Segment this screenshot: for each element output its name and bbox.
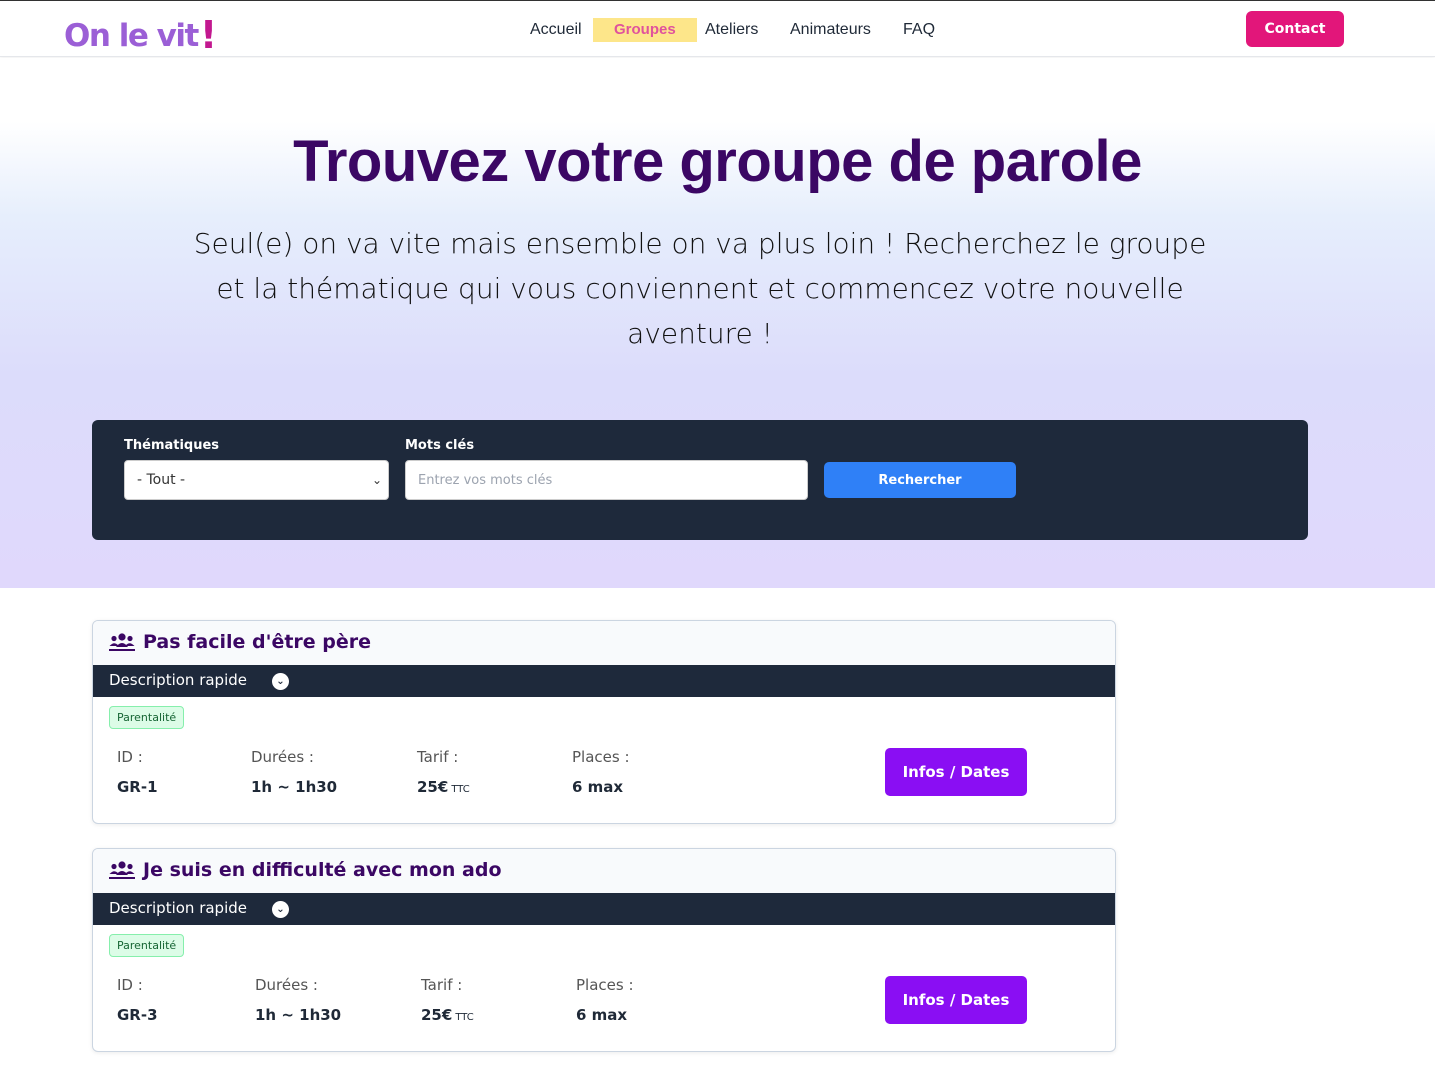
chevron-down-icon: ⌄ [272, 901, 289, 918]
nav-groupes[interactable]: Groupes [593, 18, 697, 42]
places-label: Places : [572, 748, 630, 766]
price-suffix: TTC [455, 1012, 474, 1023]
nav-accueil[interactable]: Accueil [530, 18, 582, 42]
nav-animateurs[interactable]: Animateurs [790, 18, 871, 42]
price-label: Tarif : [417, 748, 459, 766]
duration-label: Durées : [255, 976, 318, 994]
infos-dates-button[interactable]: Infos / Dates [885, 748, 1027, 796]
chevron-down-icon: ⌄ [272, 673, 289, 690]
group-card: Pas facile d'être père Description rapid… [92, 620, 1116, 824]
users-icon [109, 633, 135, 651]
price-amount: 25€ [417, 778, 449, 796]
places-value: 6 max [576, 1006, 628, 1024]
places-label: Places : [576, 976, 634, 994]
chevron-down-icon: ⌄ [371, 473, 382, 487]
theme-tag: Parentalité [109, 706, 185, 729]
description-toggle[interactable]: Description rapide ⌄ [93, 665, 1115, 697]
themes-select-value: - Tout - [137, 472, 186, 488]
card-header: Pas facile d'être père [93, 621, 1115, 665]
id-label: ID : [117, 976, 143, 994]
site-header: On le vit! Accueil Groupes Ateliers Anim… [0, 1, 1435, 57]
description-toggle[interactable]: Description rapide ⌄ [93, 893, 1115, 925]
description-label: Description rapide [109, 671, 247, 689]
description-label: Description rapide [109, 899, 247, 917]
duration-value: 1h ~ 1h30 [255, 1006, 342, 1024]
theme-tag: Parentalité [109, 934, 185, 957]
duration-value: 1h ~ 1h30 [251, 778, 338, 796]
places-value: 6 max [572, 778, 624, 796]
themes-select[interactable]: - Tout - ⌄ [124, 460, 389, 500]
search-panel: Thématiques - Tout - ⌄ Mots clés Recherc… [92, 420, 1308, 540]
hero-section: Trouvez votre groupe de parole Seul(e) o… [0, 58, 1435, 588]
nav-ateliers[interactable]: Ateliers [705, 18, 758, 42]
nav-faq[interactable]: FAQ [903, 18, 935, 42]
id-value: GR-1 [117, 778, 158, 796]
users-icon [109, 861, 135, 879]
price-amount: 25€ [421, 1006, 453, 1024]
keywords-label: Mots clés [405, 438, 475, 453]
page-title: Trouvez votre groupe de parole [293, 129, 1142, 194]
themes-label: Thématiques [124, 438, 220, 453]
hero-subtitle: Seul(e) on va vite mais ensemble on va p… [193, 227, 1207, 350]
search-button[interactable]: Rechercher [824, 462, 1016, 498]
contact-button[interactable]: Contact [1246, 11, 1344, 47]
infos-dates-button[interactable]: Infos / Dates [885, 976, 1027, 1024]
id-value: GR-3 [117, 1006, 158, 1024]
price-value: 25€ TTC [417, 778, 470, 796]
id-label: ID : [117, 748, 143, 766]
duration-label: Durées : [251, 748, 314, 766]
card-header: Je suis en difficulté avec mon ado [93, 849, 1115, 893]
main-nav: Accueil Groupes Ateliers Animateurs FAQ [0, 18, 1435, 42]
price-value: 25€ TTC [421, 1006, 474, 1024]
card-title: Je suis en difficulté avec mon ado [143, 859, 502, 881]
group-card: Je suis en difficulté avec mon ado Descr… [92, 848, 1116, 1052]
card-title: Pas facile d'être père [143, 631, 372, 653]
keywords-input[interactable] [405, 460, 808, 500]
price-suffix: TTC [451, 784, 470, 795]
price-label: Tarif : [421, 976, 463, 994]
